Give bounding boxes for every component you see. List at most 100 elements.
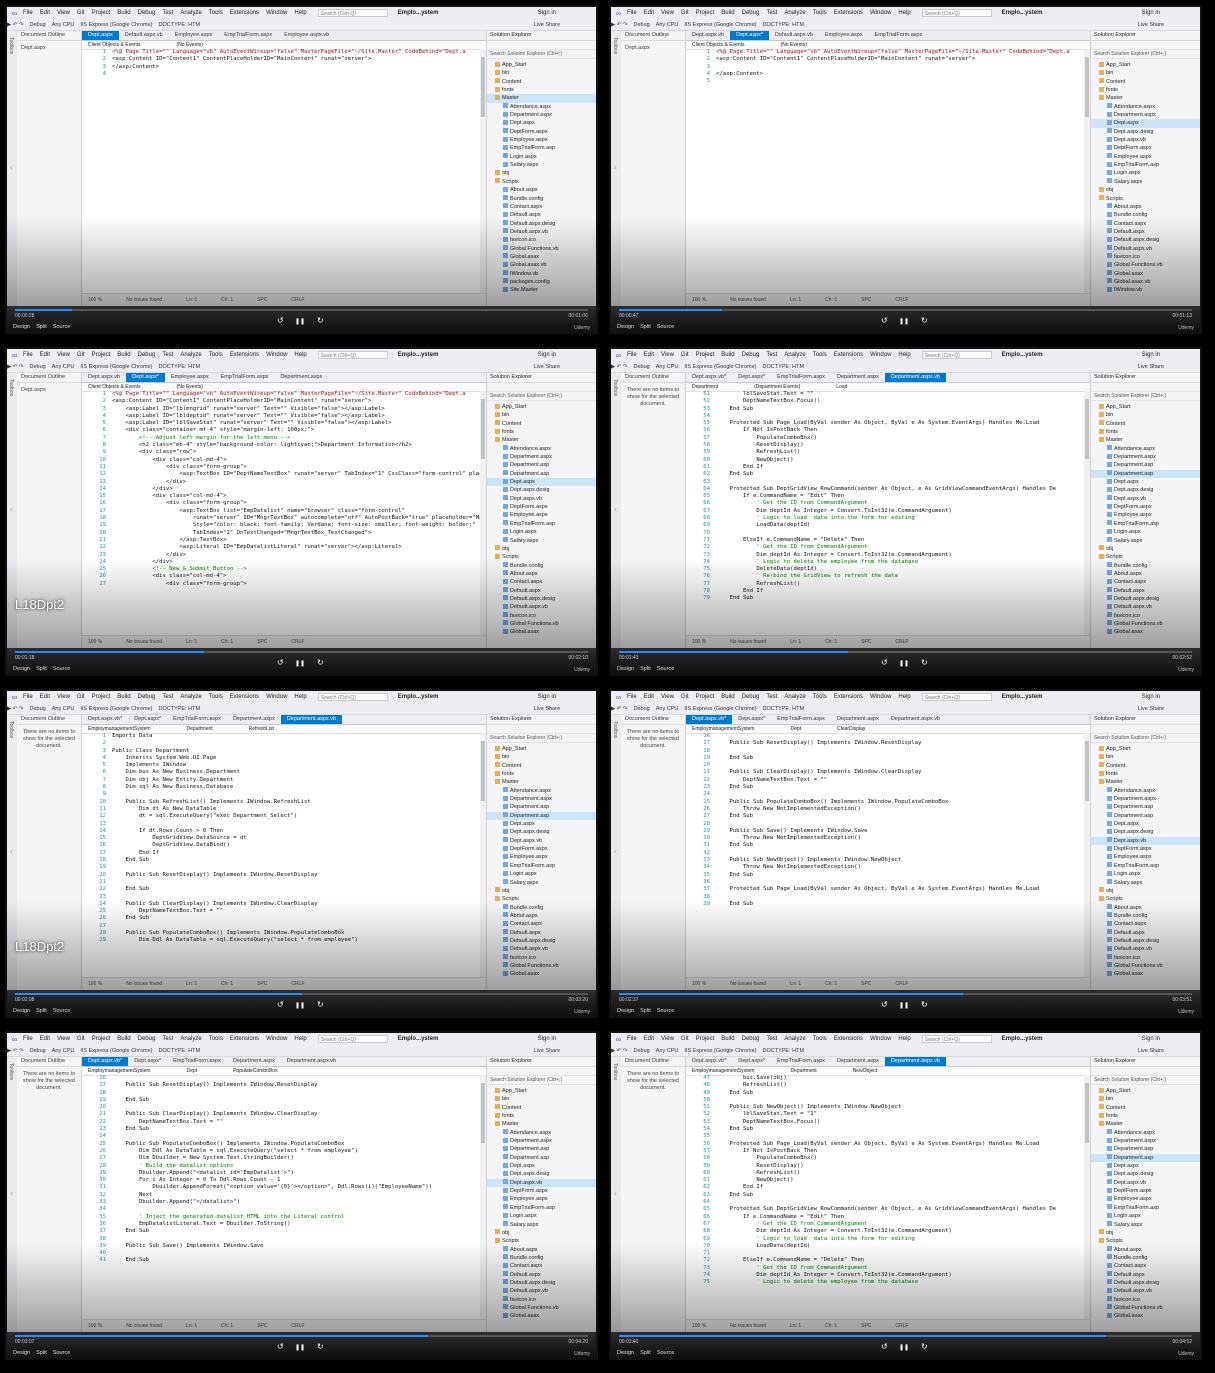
view-mode-split[interactable]: Split — [36, 1350, 47, 1356]
solution-tree-item[interactable]: Salary.aspx — [1091, 178, 1200, 186]
menu-item-test[interactable]: Test — [162, 352, 173, 358]
editor-tab[interactable]: Dept.aspx* — [128, 715, 167, 724]
solution-tree-item[interactable]: fonts — [487, 428, 596, 436]
solution-tree-item[interactable]: Bundle.config — [1091, 211, 1200, 219]
toolbar-item-2[interactable]: Any CPU — [656, 364, 679, 370]
solution-tree-item[interactable]: Global.asax — [1091, 270, 1200, 278]
editor-tab[interactable]: Department.aspx.vb — [280, 715, 343, 724]
navigation-dropdown-2[interactable]: Dept — [791, 726, 802, 732]
editor-tab[interactable]: Department.aspx — [227, 715, 281, 724]
solution-tree-item[interactable]: Dept.aspx.vb — [487, 837, 596, 845]
solution-tree-item[interactable]: About.aspx — [1091, 1246, 1200, 1254]
solution-tree-item[interactable]: App_Start — [487, 61, 596, 69]
solution-tree-item[interactable]: fonts — [487, 86, 596, 94]
solution-tree-item[interactable]: Salary.aspx — [487, 537, 596, 545]
solution-tree-item[interactable]: Default.aspx — [487, 929, 596, 937]
solution-tree-item[interactable]: Dept.aspx.desig — [487, 1170, 596, 1178]
solution-tree-item[interactable]: Default.aspx — [1091, 1271, 1200, 1279]
menu-item-git[interactable]: Git — [77, 1036, 85, 1042]
sign-in-link[interactable]: Sign in — [538, 352, 556, 358]
solution-tree-item[interactable]: favicon.ico — [1091, 612, 1200, 620]
toolbar-item-4[interactable]: DOCTYPE: HTM — [763, 1048, 805, 1054]
menu-item-view[interactable]: View — [661, 1036, 674, 1042]
view-mode-source[interactable]: Source — [53, 324, 70, 330]
editor-tab[interactable]: Dept.aspx* — [732, 715, 771, 724]
solution-tree-item[interactable]: Login.aspx — [487, 528, 596, 536]
solution-tree-item[interactable]: obj — [1091, 1229, 1200, 1237]
menu-item-edit[interactable]: Edit — [644, 10, 654, 16]
toolbar-item-4[interactable]: DOCTYPE: HTM — [763, 364, 805, 370]
editor-tab[interactable]: Dept.aspx.vb — [686, 31, 730, 40]
solution-tree-item[interactable]: bin — [487, 69, 596, 77]
menu-item-test[interactable]: Test — [766, 10, 777, 16]
editor-tab[interactable]: Employee.aspx — [819, 31, 869, 40]
menu-item-edit[interactable]: Edit — [40, 694, 50, 700]
previous-arrow-icon[interactable]: ‹ — [10, 504, 13, 514]
solution-tree-item[interactable]: Bundle.config — [1091, 562, 1200, 570]
solution-tree-item[interactable]: bin — [1091, 69, 1200, 77]
editor-tab[interactable]: Default.aspx.vb — [119, 31, 169, 40]
menu-item-tools[interactable]: Tools — [209, 10, 223, 16]
solution-tree-item[interactable]: Department.asp — [1091, 1153, 1200, 1163]
code-area[interactable]: 51 52 53 54 55 56 57 58 59 60 61 62 63 6… — [686, 391, 1084, 636]
solution-tree-item[interactable]: favicon.ico — [1091, 954, 1200, 962]
solution-tree-item[interactable]: App_Start — [1091, 403, 1200, 411]
solution-tree-item[interactable]: Dept.aspx.desig — [1091, 128, 1200, 136]
video-progress-bar[interactable] — [15, 309, 588, 311]
forward-icon[interactable]: ↻ — [317, 658, 324, 667]
solution-tree-item[interactable]: Content — [487, 78, 596, 86]
menu-item-debug[interactable]: Debug — [742, 352, 760, 358]
solution-tree-item[interactable]: Dept.aspx.vb — [1091, 495, 1200, 503]
solution-tree-item[interactable]: obj — [1091, 186, 1200, 194]
solution-tree-item[interactable]: Scripts — [487, 1237, 596, 1245]
toolbar-item-1[interactable]: Debug — [30, 364, 46, 370]
menu-item-analyze[interactable]: Analyze — [784, 352, 805, 358]
solution-explorer-toolbar[interactable] — [487, 725, 596, 734]
editor-tab[interactable]: Dept.aspx* — [732, 1057, 771, 1066]
rewind-icon[interactable]: ↺ — [277, 316, 284, 325]
solution-tree-item[interactable]: App_Start — [487, 745, 596, 753]
toolbar-icons[interactable]: ▶ ↶ ↷ — [7, 364, 24, 370]
editor-tab[interactable]: Department.aspx — [274, 373, 328, 382]
menu-item-view[interactable]: View — [57, 694, 70, 700]
editor-tab[interactable]: Dept.aspx* — [126, 373, 166, 382]
solution-tree-item[interactable]: Department.aspx — [1091, 453, 1200, 461]
solution-tree-item[interactable]: EmpTrialForm.asp — [1091, 1204, 1200, 1212]
rewind-icon[interactable]: ↺ — [881, 316, 888, 325]
editor-tab[interactable]: EmpTrialForm.aspx — [167, 715, 227, 724]
solution-tree-item[interactable]: Contact.aspx — [1091, 578, 1200, 586]
code-area[interactable]: 1 2 3 4 5 6 7 8 9 10 11 12 13 14 15 16 1… — [82, 733, 480, 978]
source-text[interactable]: bus.Save(obj) RefreshList() End Sub Publ… — [716, 1075, 1084, 1287]
navigation-dropdown-2[interactable]: (Department Events) — [754, 384, 800, 390]
solution-tree-item[interactable]: Employee.aspx — [1091, 853, 1200, 861]
previous-arrow-icon[interactable]: ‹ — [10, 162, 13, 172]
video-progress-bar[interactable] — [619, 1335, 1192, 1337]
solution-tree-item[interactable]: Global Functions.vb — [487, 962, 596, 970]
solution-tree-item[interactable]: About.aspx — [1091, 203, 1200, 211]
solution-tree-item[interactable]: Global.asax — [487, 253, 596, 261]
code-editor[interactable]: Dept.aspx.vb Dept.aspx* Default.aspx.vb Emp… — [686, 31, 1090, 306]
solution-tree-item[interactable]: Salary.aspx — [1091, 879, 1200, 887]
navigation-dropdown-1[interactable]: Client Objects & Events — [88, 42, 141, 48]
solution-tree-item[interactable]: Department.asp — [1091, 1145, 1200, 1153]
view-mode-source[interactable]: Source — [53, 1350, 70, 1356]
editor-tab[interactable]: Employee.aspx — [165, 373, 215, 382]
menu-item-tools[interactable]: Tools — [813, 352, 827, 358]
view-mode-design[interactable]: Design — [13, 666, 30, 672]
solution-tree-item[interactable]: Login.aspx — [1091, 1212, 1200, 1220]
navigation-dropdown-3[interactable]: RefreshList — [249, 726, 274, 732]
view-mode-source[interactable]: Source — [657, 1008, 674, 1014]
menu-item-build[interactable]: Build — [721, 352, 734, 358]
solution-tree-item[interactable]: Salary.aspx — [487, 879, 596, 887]
solution-tree-item[interactable]: bin — [487, 411, 596, 419]
editor-tab[interactable]: EmpTrialForm.aspx — [869, 31, 929, 40]
view-mode-design[interactable]: Design — [617, 324, 634, 330]
solution-tree-item[interactable]: Login.aspx — [1091, 169, 1200, 177]
solution-tree-item[interactable]: Login.aspx — [487, 870, 596, 878]
menu-item-edit[interactable]: Edit — [644, 352, 654, 358]
toolbar-item-1[interactable]: Debug — [634, 706, 650, 712]
menu-item-build[interactable]: Build — [117, 10, 130, 16]
navigation-dropdown-2[interactable]: Dept — [187, 1068, 198, 1074]
solution-tree-item[interactable]: obj — [487, 169, 596, 177]
menu-item-test[interactable]: Test — [162, 694, 173, 700]
